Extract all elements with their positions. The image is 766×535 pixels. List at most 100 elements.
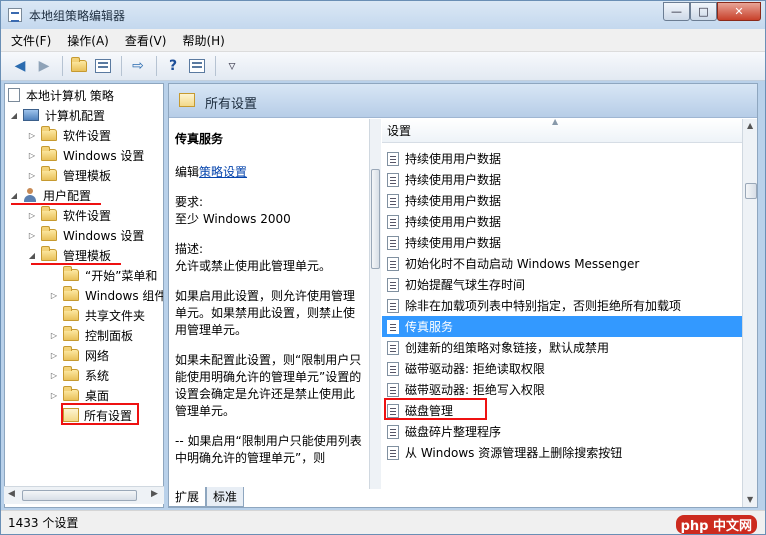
tree-item-uc-windows[interactable]: ▷ Windows 设置 (27, 225, 144, 245)
setting-row-label: 磁带驱动器: 拒绝读取权限 (405, 362, 545, 376)
status-text: 1433 个设置 (8, 516, 79, 530)
setting-row[interactable]: 初始提醒气球生存时间 (382, 274, 742, 295)
title-bar[interactable]: 本地组策略编辑器 — □ ✕ (1, 1, 765, 29)
menu-file[interactable]: 文件(F) (11, 32, 51, 49)
requirements-value: 至少 Windows 2000 (175, 212, 291, 226)
tree-item-label: 管理模板 (63, 168, 112, 183)
help-icon[interactable]: ? (162, 55, 184, 77)
expand-arrow-icon[interactable]: ▷ (49, 391, 59, 400)
tree-item-all-settings[interactable]: 所有设置 (63, 405, 132, 425)
tree-horizontal-scrollbar[interactable]: ◀ ▶ (4, 486, 164, 504)
setting-row[interactable]: 传真服务 (382, 316, 742, 337)
all-settings-icon (179, 93, 195, 107)
collapse-arrow-icon[interactable]: ◢ (9, 111, 19, 120)
setting-row[interactable]: 磁带驱动器: 拒绝读取权限 (382, 358, 742, 379)
scroll-down-icon[interactable]: ▼ (747, 495, 753, 504)
expand-arrow-icon[interactable]: ▷ (27, 231, 37, 240)
tree-item-shared-folders[interactable]: 共享文件夹 (49, 305, 145, 325)
expand-arrow-icon[interactable]: ▷ (49, 331, 59, 340)
tree-item-label: 网络 (85, 348, 110, 363)
list-scrollbar[interactable]: ▲ ▼ (742, 119, 757, 507)
scroll-up-icon[interactable]: ▲ (747, 121, 753, 130)
tree-item-label: 软件设置 (63, 208, 112, 223)
filter-icon[interactable]: ▿ (221, 55, 243, 77)
menu-help[interactable]: 帮助(H) (182, 32, 224, 49)
setting-row[interactable]: 持续使用用户数据 (382, 190, 742, 211)
setting-row[interactable]: 持续使用用户数据 (382, 169, 742, 190)
forward-arrow-icon[interactable]: ▶ (33, 55, 55, 77)
setting-row[interactable]: 除非在加载项列表中特别指定，否则拒绝所有加载项 (382, 295, 742, 316)
setting-row[interactable]: 磁盘碎片整理程序 (382, 421, 742, 442)
policy-setting-icon (387, 340, 399, 355)
tree-item-label: Windows 设置 (63, 228, 145, 243)
collapse-arrow-icon[interactable]: ◢ (27, 251, 37, 260)
menu-view[interactable]: 查看(V) (125, 32, 167, 49)
scroll-left-icon[interactable]: ◀ (8, 489, 15, 499)
description-pane: 传真服务 编辑策略设置 要求: 至少 Windows 2000 描述: 允许或禁止使… (169, 119, 369, 489)
toolbar-separator (121, 56, 122, 76)
tree-item-label: 控制面板 (85, 328, 134, 343)
navigation-tree: 本地计算机 策略 ◢ 计算机配置 ▷ 软件设置 ▷ Windows 设置 ▷ 管… (4, 83, 164, 508)
expand-arrow-icon[interactable]: ▷ (49, 351, 59, 360)
setting-row[interactable]: 磁带驱动器: 拒绝写入权限 (382, 379, 742, 400)
setting-row[interactable]: 持续使用用户数据 (382, 211, 742, 232)
tree-item-control-panel[interactable]: ▷ 控制面板 (49, 325, 133, 345)
tree-item-desktop[interactable]: ▷ 桌面 (49, 385, 109, 405)
tree-item-windows-components[interactable]: ▷ Windows 组件 (49, 285, 163, 305)
tab-standard[interactable]: 标准 (206, 487, 245, 507)
close-button[interactable]: ✕ (717, 2, 761, 21)
tree-item-cc-software[interactable]: ▷ 软件设置 (27, 125, 111, 145)
tree-item-system[interactable]: ▷ 系统 (49, 365, 109, 385)
description: 描述: 允许或禁止使用此管理单元。 (175, 241, 363, 275)
tree-item-label: 管理模板 (63, 248, 112, 263)
description-paragraph: -- 如果启用“限制用户只能使用列表中明确允许的管理单元”，则 (175, 434, 362, 465)
scroll-thumb[interactable] (22, 490, 137, 501)
column-header-setting[interactable]: ▲ 设置 (382, 119, 742, 143)
setting-row[interactable]: 创建新的组策略对象链接，默认成禁用 (382, 337, 742, 358)
expand-arrow-icon[interactable]: ▷ (27, 211, 37, 220)
tree-item-cc-admin[interactable]: ▷ 管理模板 (27, 165, 111, 185)
expand-arrow-icon[interactable]: ▷ (27, 151, 37, 160)
back-arrow-icon[interactable]: ◀ (9, 55, 31, 77)
expand-arrow-icon[interactable]: ▷ (49, 291, 59, 300)
tree-item-uc-software[interactable]: ▷ 软件设置 (27, 205, 111, 225)
setting-row[interactable]: 持续使用用户数据 (382, 232, 742, 253)
tree-item-local-policy[interactable]: 本地计算机 策略 (8, 85, 114, 105)
highlight-box (384, 398, 487, 420)
all-settings-icon (63, 408, 79, 422)
menu-action[interactable]: 操作(A) (67, 32, 109, 49)
expand-arrow-icon[interactable]: ▷ (27, 131, 37, 140)
tree-item-start-menu[interactable]: “开始”菜单和 (49, 265, 157, 285)
tree-item-cc-windows[interactable]: ▷ Windows 设置 (27, 145, 144, 165)
setting-row[interactable]: 持续使用用户数据 (382, 148, 742, 169)
maximize-button[interactable]: □ (690, 2, 717, 21)
app-icon (8, 8, 22, 22)
minimize-button[interactable]: — (663, 2, 690, 21)
description-text: 允许或禁止使用此管理单元。 (175, 259, 332, 273)
setting-row-label: 持续使用用户数据 (405, 194, 502, 208)
tree-item-uc-admin[interactable]: ◢ 管理模板 (27, 245, 111, 265)
folder-icon (41, 246, 57, 261)
scroll-thumb[interactable] (371, 169, 380, 269)
content-panel: 所有设置 传真服务 编辑策略设置 要求: 至少 Windows 2000 描述: 允… (168, 83, 758, 508)
tree-item-label: 计算机配置 (45, 108, 106, 123)
tree-item-user-config[interactable]: ◢ 用户配置 (9, 185, 91, 205)
tree-item-computer-config[interactable]: ◢ 计算机配置 (9, 105, 105, 125)
scroll-right-icon[interactable]: ▶ (151, 489, 158, 499)
properties-icon[interactable] (186, 55, 208, 77)
up-folder-icon[interactable] (68, 55, 90, 77)
folder-icon (41, 126, 57, 141)
setting-row[interactable]: 从 Windows 资源管理器上删除搜索按钮 (382, 442, 742, 463)
folder-icon (63, 346, 79, 361)
tree-item-network[interactable]: ▷ 网络 (49, 345, 109, 365)
expand-arrow-icon[interactable]: ▷ (49, 371, 59, 380)
edit-policy-link[interactable]: 策略设置 (199, 165, 247, 179)
tab-extended[interactable]: 扩展 (168, 487, 207, 507)
scroll-thumb[interactable] (745, 183, 757, 199)
expand-arrow-icon[interactable]: ▷ (27, 171, 37, 180)
description-scrollbar[interactable] (369, 119, 381, 489)
export-icon[interactable]: ⇨ (127, 55, 149, 77)
setting-row[interactable]: 初始化时不自动启动 Windows Messenger (382, 253, 742, 274)
collapse-arrow-icon[interactable]: ◢ (9, 191, 19, 200)
show-hide-tree-icon[interactable] (92, 55, 114, 77)
